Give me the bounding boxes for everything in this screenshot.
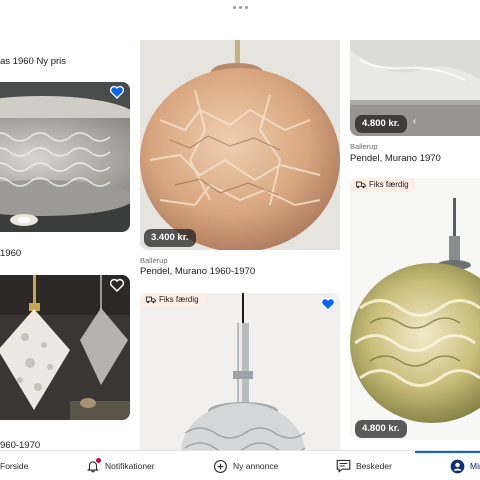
listing-image[interactable] (350, 178, 480, 440)
listing-location: Ballerup (350, 142, 378, 151)
listing-title[interactable]: as 1960 Ny pris (0, 56, 66, 67)
plus-circle-icon (214, 459, 227, 473)
listing-image[interactable] (140, 293, 340, 450)
listing-price: 3.400 kr. (144, 229, 196, 247)
clear-glass-pendant-photo (140, 293, 340, 450)
white-glass-lamp-photo (0, 275, 130, 420)
tab-notifications[interactable]: Notifikationer (86, 451, 155, 480)
tab-profile-label: Min (470, 461, 480, 471)
tab-new-listing[interactable]: Ny annonce (213, 451, 278, 480)
tab-messages-label: Beskeder (356, 461, 392, 471)
listing-price: 4.800 kr. (355, 420, 407, 438)
truck-icon (356, 181, 366, 189)
listing-image[interactable] (140, 40, 340, 250)
tab-notifications-label: Notifikationer (105, 461, 155, 471)
tab-profile[interactable]: Min (450, 451, 480, 480)
fix-ready-badge: Fiks færdig (350, 178, 415, 192)
truck-icon (146, 296, 156, 304)
amber-murano-pendant-photo (140, 40, 340, 250)
listing-title[interactable]: 960-1970 (0, 440, 40, 450)
listing-price: 4.800 kr. (355, 115, 407, 133)
bottom-tab-bar: Forside Notifikationer Ny annonce Besked… (0, 450, 480, 480)
listing-location: Ballerup (140, 256, 168, 265)
fix-ready-badge-label: Fiks færdig (159, 295, 199, 304)
listing-title[interactable]: Pendel, Murano 1960-1970 (140, 266, 255, 277)
listing-title[interactable]: Pendel, Murano 1970 (350, 153, 441, 164)
notification-badge (95, 457, 102, 464)
favorite-heart-icon[interactable] (109, 277, 125, 293)
fix-ready-badge-label: Fiks færdig (369, 180, 409, 189)
favorite-heart-icon[interactable] (109, 84, 125, 100)
tab-home[interactable]: Forside (0, 451, 28, 480)
listing-feed[interactable]: as 1960 Ny pris 1960 960-1970 3.400 kr. … (0, 40, 480, 450)
ceiling-lamp-photo (0, 82, 130, 232)
tab-home-label: Forside (0, 461, 29, 471)
fix-ready-badge: Fiks færdig (140, 293, 205, 307)
listing-image[interactable] (0, 82, 130, 232)
tab-messages[interactable]: Beskeder (336, 451, 392, 480)
carousel-previous-icon[interactable]: ‹ (413, 116, 416, 127)
chat-icon (336, 459, 351, 473)
favorite-heart-icon[interactable] (320, 296, 336, 312)
listing-image[interactable] (0, 275, 130, 420)
profile-icon (450, 459, 465, 473)
listing-title[interactable]: 1960 (0, 248, 21, 259)
window-drag-handle[interactable] (0, 0, 480, 14)
green-murano-pendant-photo (350, 178, 480, 440)
tab-new-listing-label: Ny annonce (233, 461, 279, 471)
